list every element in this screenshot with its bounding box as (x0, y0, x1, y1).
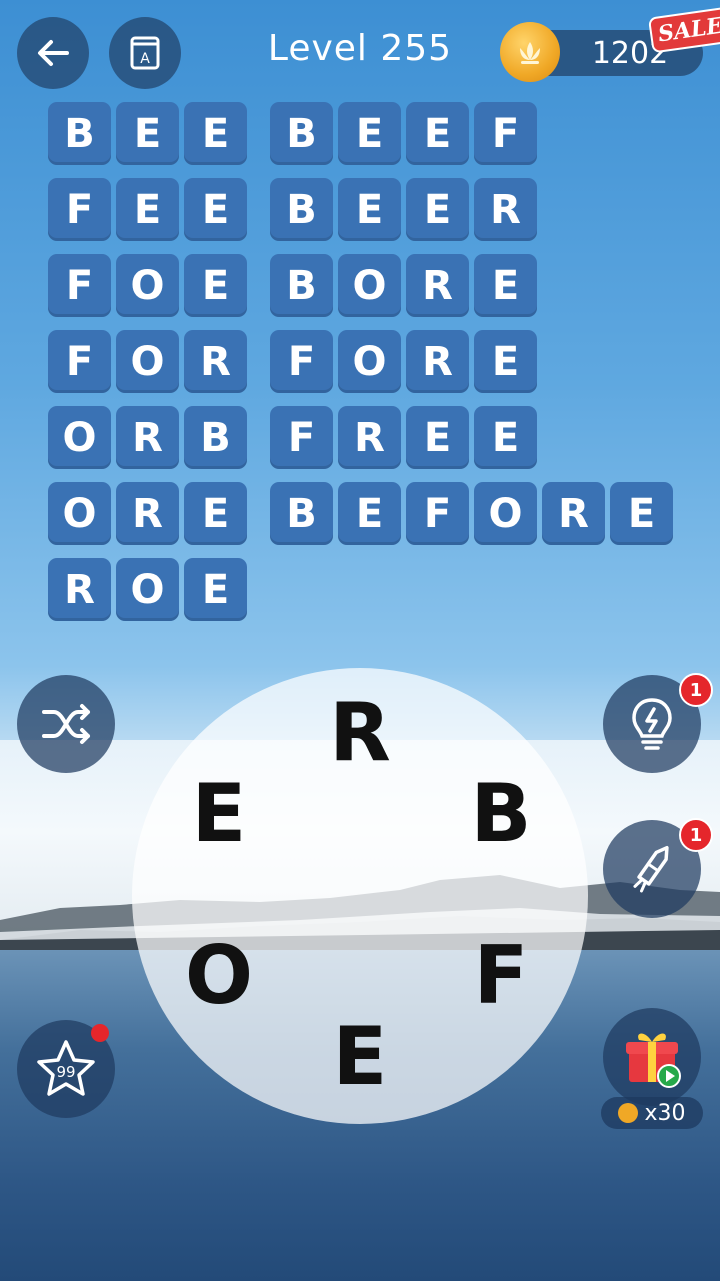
star-level-text: 99 (56, 1063, 75, 1081)
lightbulb-icon (632, 698, 672, 750)
letter-tile: O (116, 254, 179, 317)
word-row-left: BEE (48, 102, 252, 165)
letter-tile: R (542, 482, 605, 545)
word-row-left: ROE (48, 558, 252, 621)
letter-tile: F (270, 330, 333, 393)
shuffle-button[interactable] (17, 675, 115, 773)
back-button[interactable] (17, 17, 89, 89)
letter-tile: E (338, 102, 401, 165)
dictionary-icon: A (130, 36, 160, 70)
letter-tile: O (338, 254, 401, 317)
wheel-letter-r[interactable]: R (315, 688, 405, 778)
letter-tile: E (184, 102, 247, 165)
letter-tile: E (338, 178, 401, 241)
letter-tile: E (116, 178, 179, 241)
letter-tile: E (610, 482, 673, 545)
letter-tile: B (270, 178, 333, 241)
wheel-letter-o[interactable]: O (174, 931, 264, 1021)
letter-tile: R (48, 558, 111, 621)
sale-badge[interactable]: SALE (647, 6, 720, 54)
bonus-notification-dot (91, 1024, 109, 1042)
letter-tile: F (48, 178, 111, 241)
firework-rocket-icon (633, 845, 669, 893)
letter-tile: F (48, 330, 111, 393)
arrow-left-icon (38, 40, 69, 66)
letter-tile: E (116, 102, 179, 165)
letter-tile: E (184, 254, 247, 317)
letter-tile: E (474, 330, 537, 393)
letter-tile: B (270, 254, 333, 317)
wheel-letter-e-bottom[interactable]: E (315, 1012, 405, 1102)
letter-tile: E (184, 482, 247, 545)
letter-tile: O (338, 330, 401, 393)
letter-tile: R (474, 178, 537, 241)
word-row-left: FOR (48, 330, 252, 393)
letter-tile: R (116, 406, 179, 469)
word-row-right: FORE (270, 330, 542, 393)
coin-icon (500, 22, 560, 82)
gift-button[interactable] (603, 1008, 701, 1106)
letter-tile: O (116, 558, 179, 621)
rocket-count-badge: 1 (679, 818, 713, 852)
word-row-right: BEER (270, 178, 542, 241)
letter-tile: E (474, 254, 537, 317)
letter-tile: E (406, 102, 469, 165)
star-icon: 99 (37, 1040, 95, 1096)
wheel-letter-e-left[interactable]: E (174, 769, 264, 859)
lotus-icon (520, 42, 540, 64)
letter-tile: R (406, 330, 469, 393)
letter-tile: R (184, 330, 247, 393)
letter-tile: E (184, 178, 247, 241)
letter-tile: F (48, 254, 111, 317)
hint-count-badge: 1 (679, 673, 713, 707)
small-coin-icon (618, 1103, 639, 1123)
wheel-letter-f[interactable]: F (456, 931, 546, 1021)
letter-tile: F (474, 102, 537, 165)
letter-tile: E (184, 558, 247, 621)
word-row-right: BORE (270, 254, 542, 317)
letter-tile: R (406, 254, 469, 317)
wheel-letter-b[interactable]: B (456, 769, 546, 859)
letter-tile: F (406, 482, 469, 545)
word-row-right: BEFORE (270, 482, 678, 545)
letter-tile: F (270, 406, 333, 469)
word-row-right: BEEF (270, 102, 542, 165)
dictionary-icon-letter: A (140, 51, 150, 67)
letter-tile: B (270, 482, 333, 545)
letter-tile: R (116, 482, 179, 545)
letter-tile: E (406, 178, 469, 241)
letter-tile: E (406, 406, 469, 469)
letter-tile: E (474, 406, 537, 469)
gift-icon (626, 1033, 681, 1088)
letter-tile: E (338, 482, 401, 545)
letter-wheel[interactable]: R B F E O E (132, 668, 588, 1124)
level-title: Level 255 (267, 28, 453, 69)
word-row-left: FEE (48, 178, 252, 241)
letter-tile: O (474, 482, 537, 545)
letter-tile: B (48, 102, 111, 165)
letter-tile: O (116, 330, 179, 393)
word-row-left: FOE (48, 254, 252, 317)
word-row-left: ORB (48, 406, 252, 469)
letter-tile: O (48, 406, 111, 469)
gift-reward-amount: x30 (644, 1100, 686, 1126)
letter-tile: B (270, 102, 333, 165)
word-row-right: FREE (270, 406, 542, 469)
gift-reward-pill: x30 (601, 1097, 703, 1129)
letter-tile: R (338, 406, 401, 469)
shuffle-icon (42, 704, 90, 744)
letter-tile: B (184, 406, 247, 469)
letter-tile: O (48, 482, 111, 545)
word-row-left: ORE (48, 482, 252, 545)
dictionary-button[interactable]: A (109, 17, 181, 89)
